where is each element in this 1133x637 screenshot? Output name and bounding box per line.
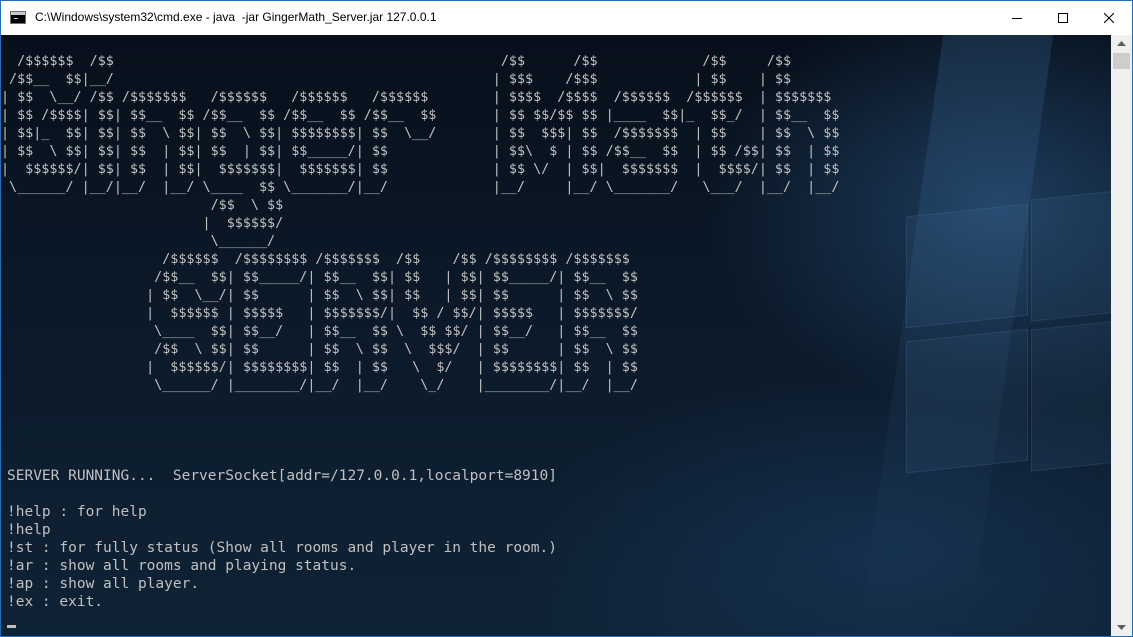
ascii-banner-line: | $$ \__/| $$ | $$ \ $$| $$ | $$| $$ | $… — [1, 288, 638, 303]
ascii-banner-line: /$$__ $$|__/ | $$$ /$$$ | $$ | $$ — [1, 72, 792, 87]
output-line: !help — [7, 522, 51, 538]
vertical-scrollbar[interactable] — [1111, 35, 1132, 636]
minimize-button[interactable] — [994, 1, 1040, 35]
minimize-icon — [1012, 18, 1022, 19]
ascii-banner-line: /$$__ $$| $$_____/| $$__ $$| $$ | $$| $$… — [1, 270, 638, 285]
ascii-banner-line: | $$ \__/ /$$ /$$$$$$$ /$$$$$$ /$$$$$$ /… — [1, 90, 832, 105]
ascii-banner-line: | $$$$$$/| $$| $$ | $$| $$$$$$$| $$$$$$$… — [1, 162, 840, 177]
server-status-line: SERVER RUNNING... ServerSocket[addr=/127… — [7, 468, 557, 484]
ascii-banner-line: \____ $$| $$__/ | $$__ $$ \ $$ $$/ | $$_… — [1, 324, 638, 339]
title-bar[interactable]: C:\Windows\system32\cmd.exe - java -jar … — [1, 1, 1132, 35]
chevron-up-icon — [1117, 41, 1126, 46]
ascii-banner-line: /$$ \ $$| $$ | $$ \ $$ \ $$$/ | $$ | $$ … — [1, 342, 638, 357]
ascii-banner-line: \______/ — [1, 234, 276, 249]
chevron-down-icon — [1117, 625, 1126, 630]
ascii-banner-line: | $$$$$$ | $$$$$ | $$$$$$$/| $$ / $$/| $… — [1, 306, 638, 321]
close-icon — [1104, 13, 1114, 23]
maximize-button[interactable] — [1040, 1, 1086, 35]
output-line: !ex : exit. — [7, 594, 104, 610]
background-logo-pane — [1031, 320, 1111, 472]
output-line: !ar : show all rooms and playing status. — [7, 558, 357, 574]
ascii-banner-line: /$$ \ $$ — [1, 198, 284, 213]
output-line: !st : for fully status (Show all rooms a… — [7, 540, 557, 556]
output-line: !help : for help — [7, 504, 147, 520]
ascii-banner-line: /$$$$$$ /$$ /$$ /$$ /$$ /$$ — [1, 54, 792, 69]
output-line: !ap : show all player. — [7, 576, 200, 592]
maximize-icon — [1058, 13, 1068, 23]
ascii-banner-line: | $$$$$$/ — [1, 216, 284, 231]
cmd-icon[interactable] — [10, 11, 26, 24]
ascii-banner-line: \______/ |________/|__/ |__/ \_/ |______… — [1, 378, 638, 393]
console-area[interactable]: /$$$$$$ /$$ /$$ /$$ /$$ /$$ /$$__ $$|__/… — [1, 35, 1111, 636]
ascii-banner-line: \______/ |__/|__/ |__/ \____ $$ \_______… — [1, 180, 840, 195]
close-button[interactable] — [1086, 1, 1132, 35]
background-logo-pane — [906, 328, 1028, 474]
ascii-banner-line: | $$$$$$/| $$$$$$$$| $$ | $$ \ $/ | $$$$… — [1, 360, 638, 375]
background-logo-pane — [1031, 190, 1111, 322]
text-cursor — [7, 625, 16, 628]
cmd-window: C:\Windows\system32\cmd.exe - java -jar … — [0, 0, 1133, 637]
scroll-thumb[interactable] — [1113, 53, 1130, 69]
ascii-banner-line: | $$|_ $$| $$| $$ \ $$| $$ \ $$| $$$$$$$… — [1, 126, 840, 141]
window-title: C:\Windows\system32\cmd.exe - java -jar … — [35, 10, 437, 24]
background-logo-pane — [906, 203, 1028, 329]
scroll-down-button[interactable] — [1111, 619, 1132, 636]
scroll-up-button[interactable] — [1111, 35, 1132, 52]
ascii-banner-line: /$$$$$$ /$$$$$$$$ /$$$$$$$ /$$ /$$ /$$$$… — [1, 252, 630, 267]
ascii-banner-line: | $$ \ $$| $$| $$ | $$| $$ | $$| $$_____… — [1, 144, 840, 159]
ascii-banner-line: | $$ /$$$$| $$| $$__ $$ /$$__ $$ /$$__ $… — [1, 108, 840, 123]
